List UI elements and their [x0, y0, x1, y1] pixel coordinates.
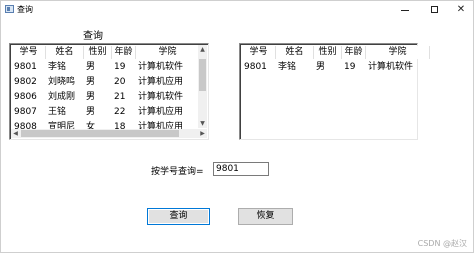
- cell-age: 21: [114, 92, 126, 102]
- list-row[interactable]: 9801 李铭 男 19 计算机软件: [12, 60, 200, 75]
- cell-gender: 男: [316, 62, 326, 72]
- app-icon: [5, 5, 14, 13]
- title-bar: 查询 ✕: [1, 1, 473, 18]
- cell-college: 计算机软件: [138, 92, 184, 102]
- cell-age: 19: [344, 62, 356, 72]
- horizontal-scrollbar[interactable]: ◀ ▶: [11, 129, 207, 138]
- query-window: 查询 ✕ 查询 学号 姓名 性别 年龄 学院 9801 李铭 男 19 计算机软…: [0, 0, 474, 253]
- query-heading: 查询: [83, 31, 103, 42]
- cell-gender: 男: [86, 107, 96, 117]
- column-header-age[interactable]: 年龄: [342, 46, 366, 59]
- cell-name: 李铭: [278, 62, 297, 72]
- scroll-thumb-horizontal[interactable]: [21, 130, 179, 137]
- watermark: CSDN @赵汉: [417, 239, 467, 248]
- column-header-college[interactable]: 学院: [136, 46, 200, 59]
- list-row[interactable]: 9802 刘晓鸣 男 20 计算机应用: [12, 75, 200, 90]
- scroll-left-icon[interactable]: ◀: [11, 129, 20, 138]
- list-header: 学号 姓名 性别 年龄 学院: [12, 46, 200, 59]
- query-result-list[interactable]: 学号 姓名 性别 年龄 学院 9801 李铭 男 19 计算机软件: [239, 43, 430, 140]
- cell-college: 计算机应用: [138, 107, 184, 117]
- cell-name: 刘晓鸣: [48, 77, 76, 87]
- cell-id: 9806: [14, 92, 37, 102]
- restore-button[interactable]: 恢复: [238, 208, 293, 225]
- minimize-icon: [401, 10, 409, 11]
- cell-age: 20: [114, 77, 126, 87]
- cell-id: 9802: [14, 77, 37, 87]
- query-by-id-label: 按学号查询=: [151, 167, 204, 177]
- student-id-input[interactable]: [213, 162, 269, 176]
- cell-college: 计算机软件: [368, 62, 414, 72]
- minimize-button[interactable]: [391, 1, 419, 18]
- cell-name: 王铭: [48, 107, 67, 117]
- cell-college: 计算机软件: [138, 62, 184, 72]
- cell-id: 9801: [244, 62, 267, 72]
- scroll-right-icon[interactable]: ▶: [198, 129, 207, 138]
- list-header: 学号 姓名 性别 年龄 学院: [242, 46, 430, 59]
- close-icon: ✕: [456, 4, 466, 15]
- vertical-scrollbar[interactable]: ▲ ▼: [198, 45, 207, 128]
- column-header-gender[interactable]: 性别: [314, 46, 342, 59]
- list-row[interactable]: 9807 王铭 男 22 计算机应用: [12, 105, 200, 120]
- column-header-name[interactable]: 姓名: [276, 46, 314, 59]
- all-students-list[interactable]: 学号 姓名 性别 年龄 学院 9801 李铭 男 19 计算机软件 9802 刘…: [9, 43, 209, 140]
- cell-name: 李铭: [48, 62, 67, 72]
- list-row[interactable]: 9801 李铭 男 19 计算机软件: [242, 60, 430, 75]
- list-row[interactable]: 9806 刘成刚 男 21 计算机软件: [12, 90, 200, 105]
- maximize-button[interactable]: [420, 1, 448, 18]
- cell-id: 9807: [14, 107, 37, 117]
- cell-age: 19: [114, 62, 126, 72]
- cell-name: 刘成刚: [48, 92, 76, 102]
- scroll-thumb[interactable]: [199, 59, 206, 91]
- cell-id: 9801: [14, 62, 37, 72]
- column-header-gender[interactable]: 性别: [84, 46, 112, 59]
- cell-college: 计算机应用: [138, 77, 184, 87]
- column-header-id[interactable]: 学号: [242, 46, 276, 59]
- close-button[interactable]: ✕: [447, 1, 474, 18]
- column-header-name[interactable]: 姓名: [46, 46, 84, 59]
- query-button[interactable]: 查询: [147, 208, 210, 225]
- maximize-icon: [430, 6, 438, 13]
- cell-age: 22: [114, 107, 126, 117]
- column-header-id[interactable]: 学号: [12, 46, 46, 59]
- scroll-up-icon[interactable]: ▲: [198, 45, 207, 54]
- cell-gender: 男: [86, 92, 96, 102]
- scroll-down-icon[interactable]: ▼: [198, 119, 207, 128]
- window-title: 查询: [17, 5, 33, 14]
- column-header-age[interactable]: 年龄: [112, 46, 136, 59]
- cell-gender: 男: [86, 77, 96, 87]
- cell-gender: 男: [86, 62, 96, 72]
- column-header-college[interactable]: 学院: [366, 46, 430, 59]
